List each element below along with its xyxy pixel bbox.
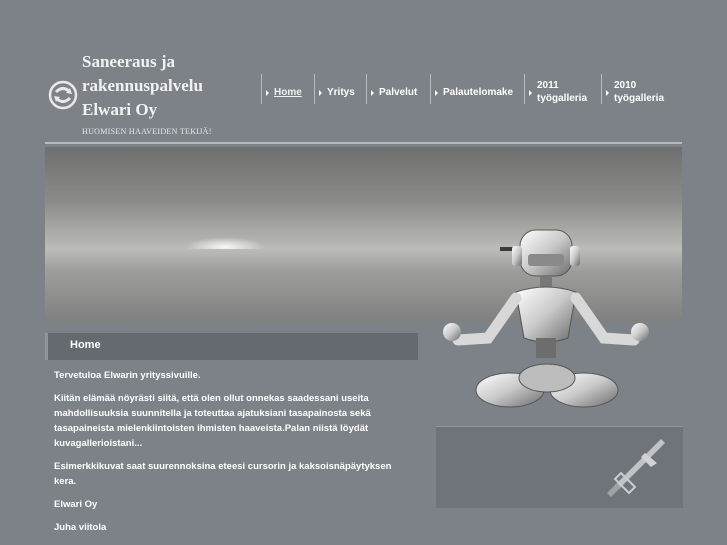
author-name: Juha viitola bbox=[54, 522, 107, 533]
nav-item-2011-gallery[interactable]: 2011 työgalleria bbox=[524, 74, 601, 104]
nav-label-line2: työgalleria bbox=[614, 93, 665, 104]
nav-label-line2: työgalleria bbox=[537, 93, 588, 104]
triangle-right-icon bbox=[435, 90, 438, 96]
nav-item-2010-gallery[interactable]: 2010 työgalleria bbox=[601, 74, 681, 104]
nav-item-home[interactable]: Home bbox=[261, 74, 315, 104]
meditating-robot-image bbox=[443, 229, 649, 408]
sidebar-box bbox=[436, 426, 683, 508]
section-title: Home bbox=[70, 339, 101, 351]
triangle-right-icon bbox=[606, 90, 609, 96]
sword-emblem-icon bbox=[607, 439, 665, 497]
content-section-header: Home bbox=[45, 333, 418, 360]
brand-tagline: HUOMISEN HAAVEIDEN TEKIJÄ! bbox=[82, 127, 212, 136]
brand-name-line2: rakennuspalvelu bbox=[82, 76, 203, 95]
nav-label: Home bbox=[274, 87, 302, 98]
nav-item-palvelut[interactable]: Palvelut bbox=[366, 74, 431, 104]
welcome-paragraph: Tervetuloa Elwarin yrityssivuille. bbox=[54, 370, 201, 381]
company-name: Elwari Oy bbox=[54, 499, 98, 510]
nav-label-line1: 2010 bbox=[614, 80, 637, 91]
instructions-paragraph: Esimerkkikuvat saat suurennoksina eteesi… bbox=[54, 461, 392, 487]
triangle-right-icon bbox=[266, 90, 269, 96]
nav-label: Palautelomake bbox=[443, 87, 514, 98]
header-divider bbox=[45, 142, 682, 144]
intro-paragraph: Kiitän elämää nöyrästi siitä, että olen … bbox=[54, 393, 371, 449]
main-content: Tervetuloa Elwarin yrityssivuille. Kiitä… bbox=[54, 368, 414, 543]
brand-name: Saneeraus ja rakennuspalvelu Elwari Oy bbox=[82, 50, 232, 122]
triangle-right-icon bbox=[371, 90, 374, 96]
triangle-right-icon bbox=[529, 90, 532, 96]
brand-name-line1: Saneeraus ja bbox=[82, 52, 176, 71]
circular-arrows-icon bbox=[48, 80, 78, 110]
nav-item-yritys[interactable]: Yritys bbox=[314, 74, 367, 104]
nav-item-palautelomake[interactable]: Palautelomake bbox=[430, 74, 525, 104]
nav-label: Yritys bbox=[327, 87, 355, 98]
triangle-right-icon bbox=[319, 90, 322, 96]
brand-name-line3: Elwari Oy bbox=[82, 100, 158, 119]
nav-label-line1: 2011 bbox=[537, 80, 559, 91]
nav-label: Palvelut bbox=[379, 87, 418, 98]
